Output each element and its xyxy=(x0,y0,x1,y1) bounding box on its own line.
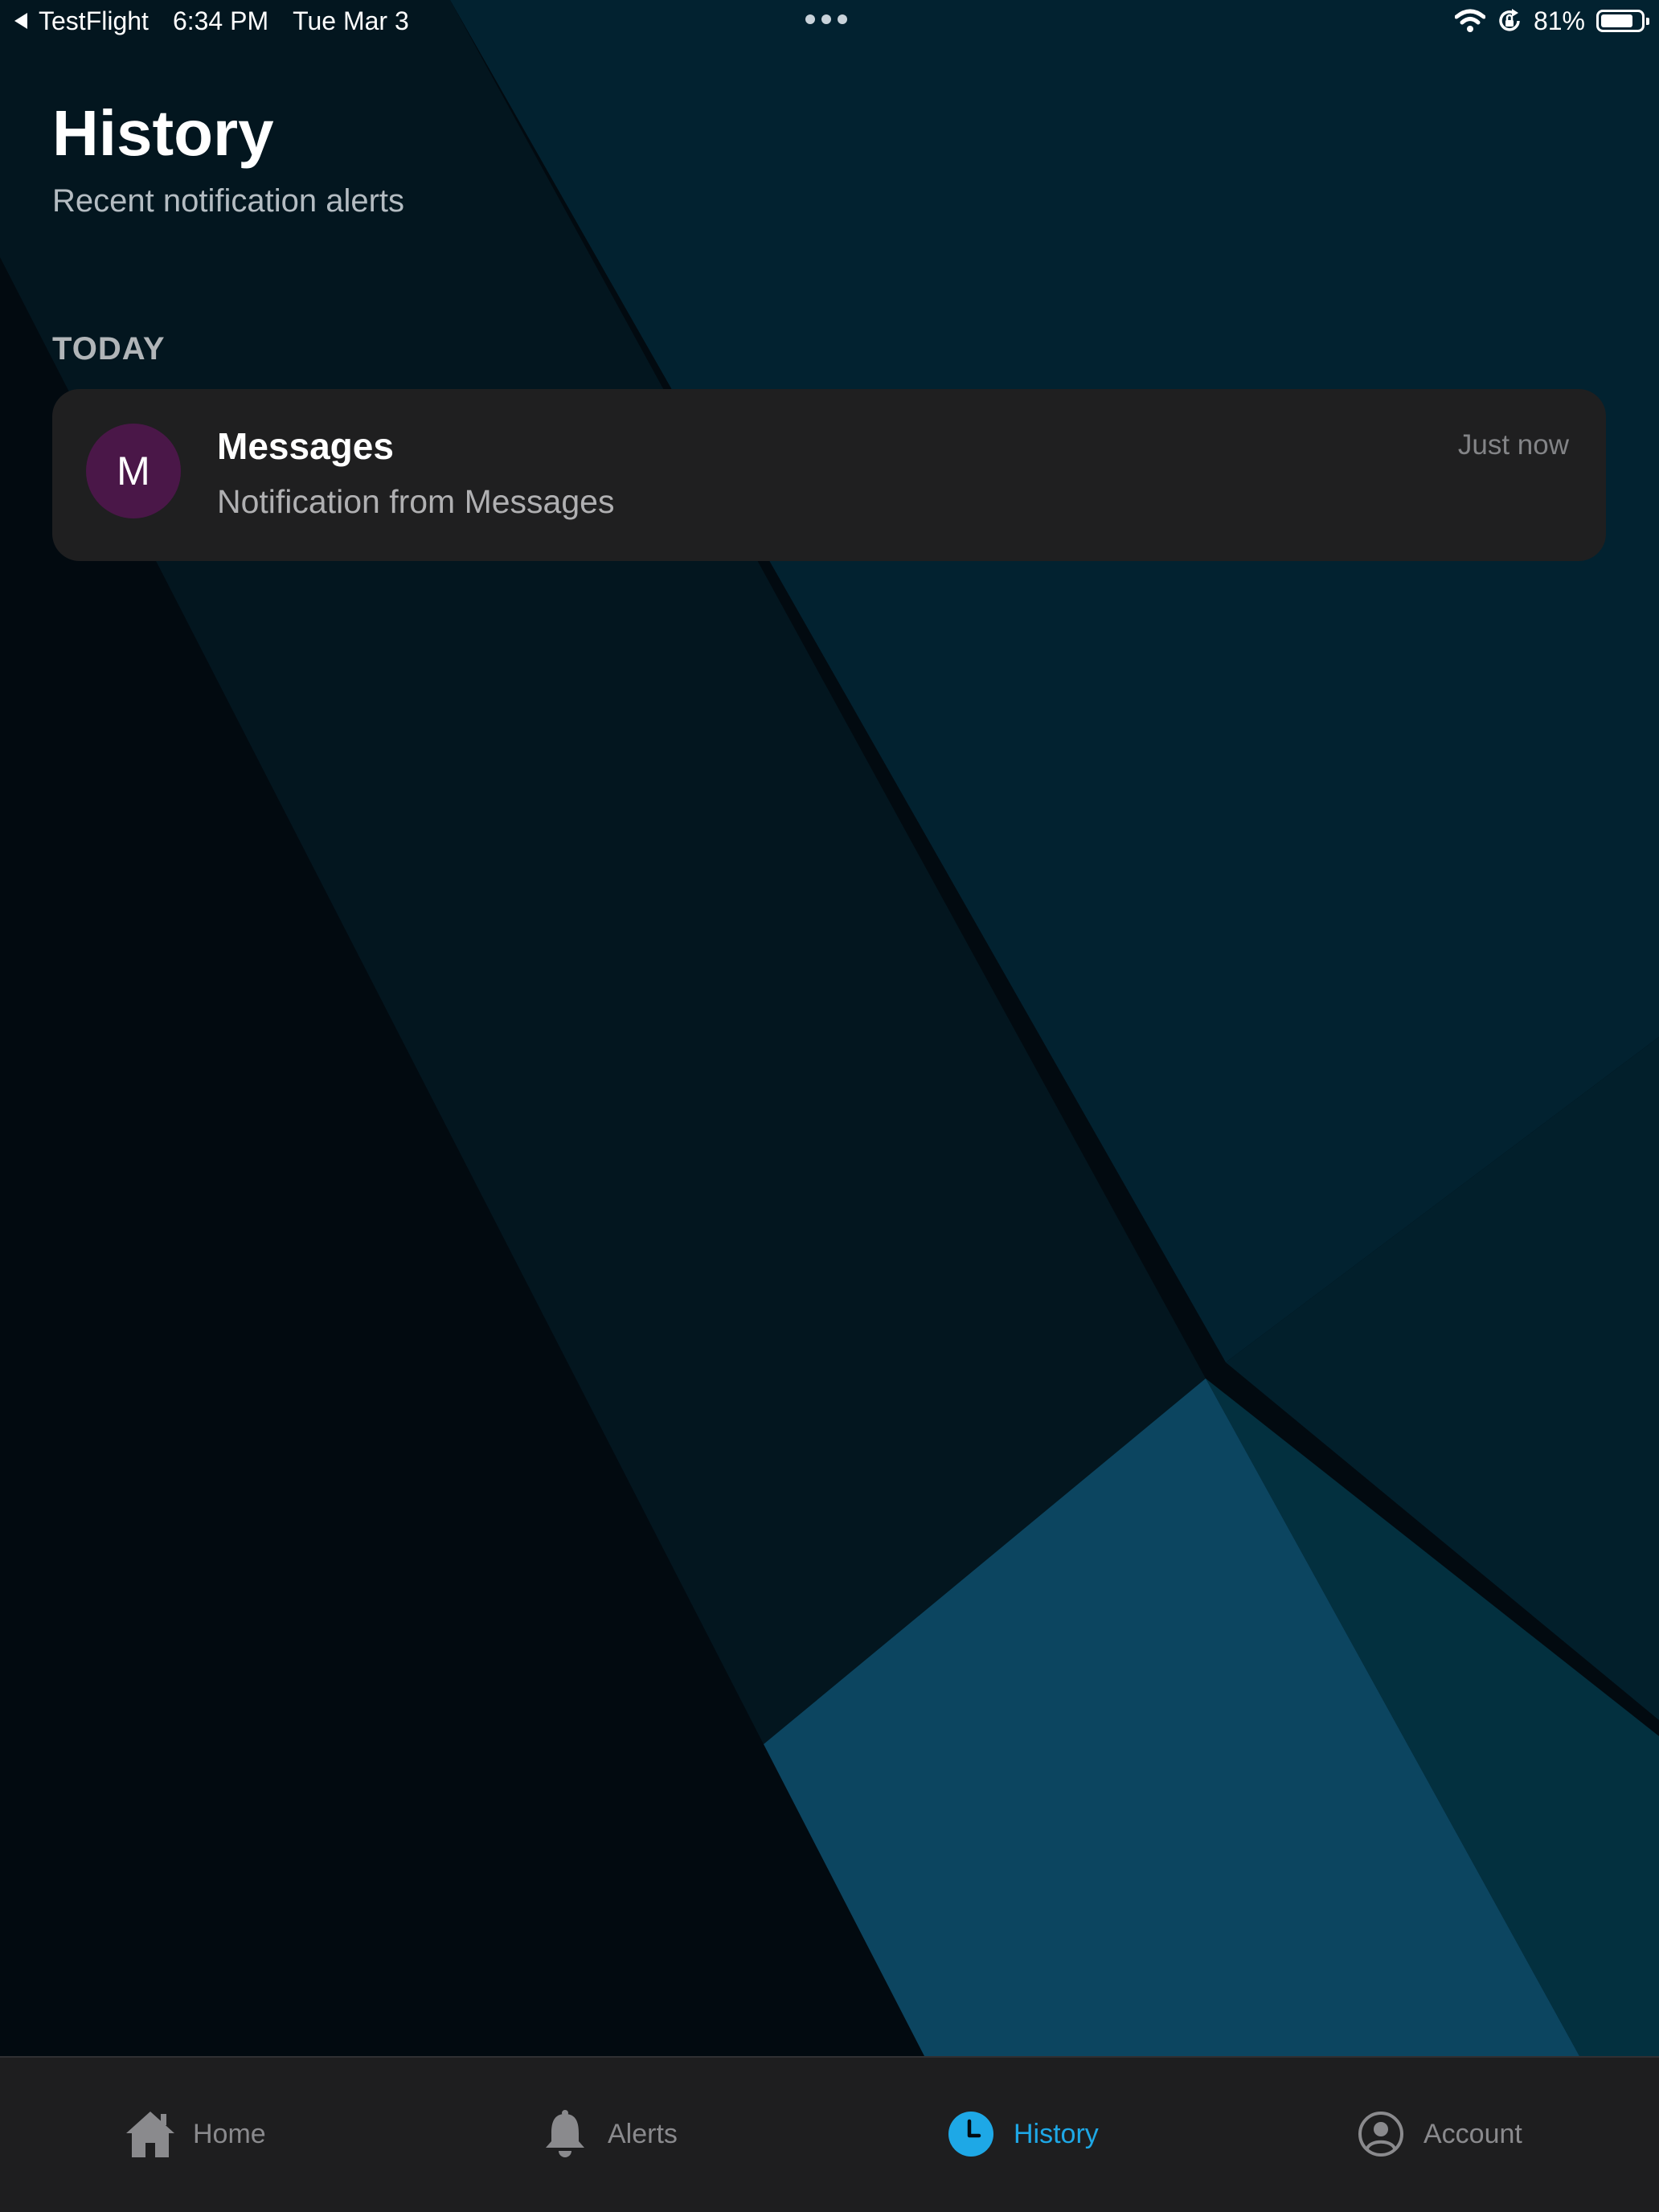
notification-body: Notification from Messages xyxy=(217,483,615,520)
back-to-app-link[interactable]: TestFlight xyxy=(39,6,149,36)
page-title: History xyxy=(52,97,274,169)
status-right: 81% xyxy=(1454,5,1649,37)
notification-title: Messages xyxy=(217,425,394,467)
back-arrow-icon[interactable] xyxy=(14,13,27,29)
battery-icon xyxy=(1596,10,1649,32)
battery-percent: 81% xyxy=(1533,6,1585,35)
wallpaper-background xyxy=(0,0,1659,2212)
notification-card[interactable]: M Messages Notification from Messages Ju… xyxy=(52,389,1606,561)
tab-bar: Home Alerts History Account xyxy=(0,2056,1659,2212)
home-icon xyxy=(124,2108,177,2161)
more-dots-icon[interactable] xyxy=(805,14,847,24)
tab-alerts-label: Alerts xyxy=(608,2118,678,2149)
status-date: Tue Mar 3 xyxy=(293,6,409,35)
dot xyxy=(838,14,847,24)
status-time: 6:34 PM xyxy=(172,6,269,35)
tab-account-label: Account xyxy=(1423,2118,1522,2149)
avatar: M xyxy=(86,424,181,518)
tab-home-label: Home xyxy=(193,2118,266,2149)
tab-history-label: History xyxy=(1014,2118,1099,2149)
status-left: TestFlight 6:34 PM Tue Mar 3 xyxy=(14,5,409,37)
bell-icon xyxy=(539,2108,592,2161)
status-bar: TestFlight 6:34 PM Tue Mar 3 81% xyxy=(0,0,1659,45)
tab-alerts[interactable]: Alerts xyxy=(539,2108,678,2161)
tab-history[interactable]: History xyxy=(944,2108,1099,2161)
dot xyxy=(821,14,831,24)
battery-cap xyxy=(1646,18,1649,25)
battery-level-fill xyxy=(1601,14,1632,27)
dot xyxy=(805,14,815,24)
tab-home[interactable]: Home xyxy=(124,2108,266,2161)
page-subtitle: Recent notification alerts xyxy=(52,183,405,219)
wifi-icon xyxy=(1454,9,1485,32)
section-header-today: TODAY xyxy=(52,331,166,367)
orientation-lock-icon xyxy=(1499,9,1520,31)
clock-icon xyxy=(944,2108,997,2161)
account-icon xyxy=(1354,2108,1407,2161)
notification-time: Just now xyxy=(1457,429,1569,461)
tab-account[interactable]: Account xyxy=(1354,2108,1522,2161)
